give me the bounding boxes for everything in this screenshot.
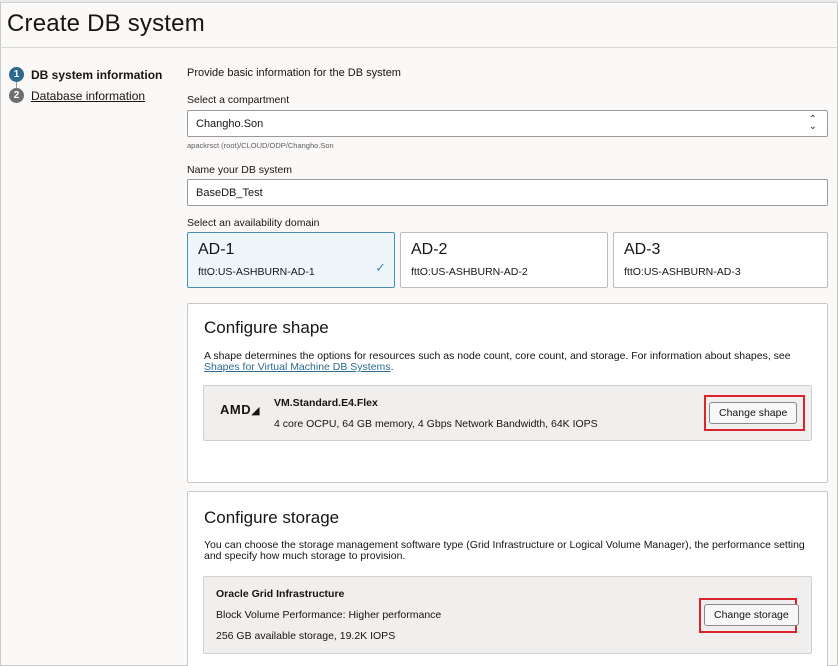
step-number-badge: 1 (9, 67, 24, 82)
compartment-label: Select a compartment (187, 94, 290, 106)
compartment-path: apackrsct (root)/CLOUD/ODP/Changho.Son (187, 141, 334, 150)
db-name-input[interactable]: BaseDB_Test (187, 179, 828, 206)
ad-name: AD-2 (411, 241, 448, 258)
shapes-doc-link[interactable]: Shapes for Virtual Machine DB Systems (204, 361, 391, 373)
compartment-value: Changho.Son (196, 117, 264, 130)
step-database-information[interactable]: 2 Database information (9, 88, 145, 103)
amd-logo: AMD◢ (220, 402, 261, 417)
ad-detail: fttO:US-ASHBURN-AD-2 (411, 266, 528, 278)
check-icon: ✓ (375, 260, 386, 275)
shape-specs: 4 core OCPU, 64 GB memory, 4 Gbps Networ… (274, 418, 598, 430)
change-storage-button[interactable]: Change storage (704, 604, 799, 626)
storage-summary-panel: Oracle Grid Infrastructure Block Volume … (203, 576, 812, 654)
ad-detail: fttO:US-ASHBURN-AD-3 (624, 266, 741, 278)
storage-capacity: 256 GB available storage, 19.2K IOPS (216, 630, 396, 642)
page-title: Create DB system (7, 10, 205, 37)
ad-card-2[interactable]: AD-2 fttO:US-ASHBURN-AD-2 (400, 232, 608, 288)
shape-name: VM.Standard.E4.Flex (274, 397, 378, 409)
db-name-label: Name your DB system (187, 164, 293, 176)
db-name-value: BaseDB_Test (196, 186, 263, 199)
ad-name: AD-1 (198, 241, 235, 258)
configure-shape-section: Configure shape A shape determines the o… (187, 303, 828, 483)
storage-description: You can choose the storage management so… (204, 539, 805, 562)
top-band (0, 0, 838, 3)
storage-type: Oracle Grid Infrastructure (216, 588, 345, 600)
change-shape-button[interactable]: Change shape (709, 402, 798, 424)
ad-card-1[interactable]: AD-1 fttO:US-ASHBURN-AD-1 ✓ (187, 232, 395, 288)
storage-heading: Configure storage (204, 508, 340, 527)
period: . (390, 361, 394, 373)
ad-name: AD-3 (624, 241, 661, 258)
storage-performance: Block Volume Performance: Higher perform… (216, 609, 442, 621)
select-arrows-icon: ⌃ ⌄ (808, 114, 817, 132)
title-divider (0, 47, 838, 48)
shape-heading: Configure shape (204, 318, 329, 337)
compartment-select[interactable]: Changho.Son ⌃ ⌄ (187, 110, 828, 137)
configure-storage-section: Configure storage You can choose the sto… (187, 491, 828, 666)
ad-detail: fttO:US-ASHBURN-AD-1 (198, 266, 315, 278)
step-db-system-information[interactable]: 1 DB system information (9, 67, 162, 82)
step-label: Database information (31, 88, 146, 103)
shape-description: A shape determines the options for resou… (204, 351, 816, 373)
availability-domain-label: Select an availability domain (187, 217, 320, 229)
shape-summary-panel: AMD◢ VM.Standard.E4.Flex 4 core OCPU, 64… (203, 385, 812, 441)
intro-text: Provide basic information for the DB sys… (187, 67, 401, 79)
step-label: DB system information (31, 67, 163, 82)
step-number-badge: 2 (9, 88, 24, 103)
ad-card-3[interactable]: AD-3 fttO:US-ASHBURN-AD-3 (613, 232, 828, 288)
